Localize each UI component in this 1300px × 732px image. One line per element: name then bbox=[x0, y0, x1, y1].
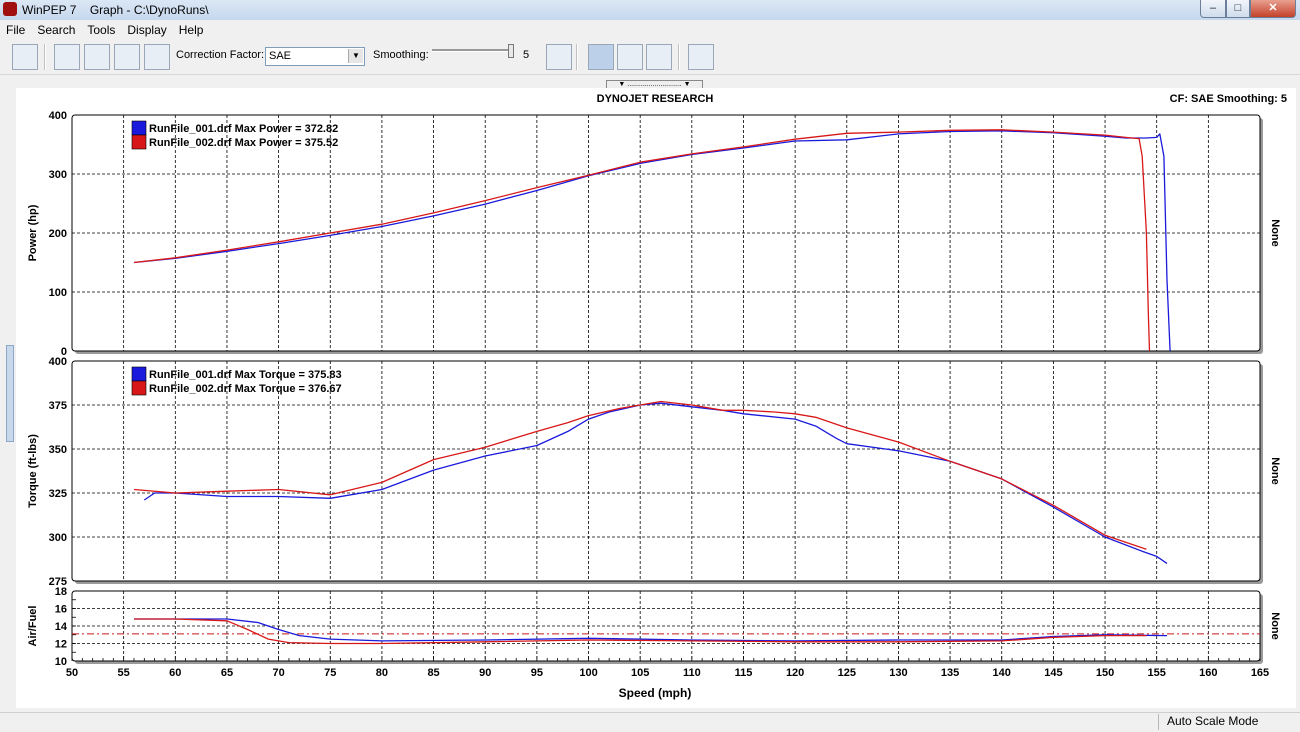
graph-area: DYNOJET RESEARCH CF: SAE Smoothing: 5 0 100… bbox=[16, 88, 1296, 708]
menu-search[interactable]: Search bbox=[31, 20, 81, 39]
x-tick-label: 75 bbox=[324, 667, 336, 679]
y-tick-label: 300 bbox=[49, 532, 67, 544]
y-tick-label: 200 bbox=[49, 228, 67, 240]
legend-entry: RunFile_002.drf Max Power = 375.52 bbox=[149, 137, 338, 149]
y-tick-label: 400 bbox=[49, 110, 67, 122]
menu-display[interactable]: Display bbox=[121, 20, 172, 39]
grid-view-icon[interactable] bbox=[12, 44, 38, 70]
x-tick-label: 95 bbox=[531, 667, 543, 679]
legend-entry: RunFile_002.drf Max Torque = 376.67 bbox=[149, 383, 342, 395]
close-button[interactable]: ✕ bbox=[1250, 0, 1296, 18]
pan-hand-icon[interactable] bbox=[617, 44, 643, 70]
y-tick-label: 14 bbox=[55, 621, 68, 633]
y-tick-label: 18 bbox=[55, 586, 67, 598]
legend-swatch bbox=[131, 366, 147, 382]
x-tick-label: 105 bbox=[631, 667, 649, 679]
panel-frame bbox=[71, 590, 1261, 662]
cursor-icon[interactable] bbox=[646, 44, 672, 70]
slider-track bbox=[432, 49, 512, 52]
graph-4-icon[interactable] bbox=[144, 44, 170, 70]
status-mode: Auto Scale Mode bbox=[1158, 714, 1300, 730]
x-tick-label: 85 bbox=[427, 667, 439, 679]
x-tick-label: 100 bbox=[579, 667, 597, 679]
x-tick-label: 65 bbox=[221, 667, 233, 679]
legend-entry: RunFile_001.drf Max Power = 372.82 bbox=[149, 123, 338, 135]
x-tick-label: 140 bbox=[993, 667, 1011, 679]
correction-factor-value: SAE bbox=[269, 50, 292, 62]
chevron-down-icon: ▼ bbox=[348, 49, 363, 63]
menu-file[interactable]: File bbox=[0, 20, 31, 39]
app-logo-icon bbox=[3, 2, 17, 16]
menu-bar: File Search Tools Display Help bbox=[0, 20, 1300, 39]
x-tick-label: 60 bbox=[169, 667, 181, 679]
graph-3-icon[interactable] bbox=[114, 44, 140, 70]
x-tick-label: 90 bbox=[479, 667, 491, 679]
clear-graph-icon[interactable] bbox=[546, 44, 572, 70]
menu-tools[interactable]: Tools bbox=[81, 20, 121, 39]
graph-header-title: DYNOJET RESEARCH bbox=[597, 93, 714, 105]
crosshair-icon[interactable] bbox=[688, 44, 714, 70]
legend-swatch bbox=[131, 120, 147, 136]
graph-2-icon[interactable] bbox=[84, 44, 110, 70]
smoothing-value: 5 bbox=[523, 49, 530, 61]
side-splitter[interactable] bbox=[6, 345, 14, 442]
correction-factor-select[interactable]: SAE ▼ bbox=[265, 47, 365, 66]
menu-help[interactable]: Help bbox=[173, 20, 210, 39]
x-tick-label: 70 bbox=[272, 667, 284, 679]
maximize-button[interactable]: □ bbox=[1226, 0, 1250, 18]
window-title: WinPEP 7 Graph - C:\DynoRuns\ bbox=[22, 3, 209, 17]
y-tick-label: 300 bbox=[49, 169, 67, 181]
x-tick-label: 50 bbox=[66, 667, 78, 679]
x-tick-label: 160 bbox=[1199, 667, 1217, 679]
panel-frame bbox=[71, 114, 1261, 352]
smoothing-slider[interactable] bbox=[432, 44, 514, 66]
legend-swatch bbox=[131, 134, 147, 150]
y-axis-label: Air/Fuel bbox=[27, 606, 39, 647]
x-tick-label: 135 bbox=[941, 667, 959, 679]
correction-factor-label: Correction Factor: bbox=[176, 49, 265, 61]
x-axis-label: Speed (mph) bbox=[619, 686, 692, 700]
y-tick-label: 325 bbox=[49, 488, 67, 500]
x-tick-label: 120 bbox=[786, 667, 804, 679]
x-tick-label: 150 bbox=[1096, 667, 1114, 679]
status-bar bbox=[0, 712, 1300, 732]
y-axis-label: Power (hp) bbox=[27, 204, 39, 261]
x-tick-label: 165 bbox=[1251, 667, 1269, 679]
x-tick-label: 55 bbox=[118, 667, 130, 679]
x-tick-label: 110 bbox=[683, 667, 701, 679]
slider-thumb[interactable] bbox=[508, 44, 514, 58]
x-tick-label: 155 bbox=[1148, 667, 1166, 679]
right-axis-label: None bbox=[1269, 457, 1281, 485]
graph-header-settings: CF: SAE Smoothing: 5 bbox=[1170, 93, 1287, 105]
y-tick-label: 400 bbox=[49, 356, 67, 368]
y-tick-label: 16 bbox=[55, 604, 67, 616]
x-tick-label: 145 bbox=[1044, 667, 1062, 679]
legend-entry: RunFile_001.drf Max Torque = 375.83 bbox=[149, 369, 342, 381]
x-tick-label: 115 bbox=[735, 667, 753, 679]
dyno-chart: DYNOJET RESEARCH CF: SAE Smoothing: 50100… bbox=[27, 93, 1287, 700]
y-axis-label: Torque (ft-lbs) bbox=[27, 434, 39, 508]
y-tick-label: 100 bbox=[49, 287, 67, 299]
right-axis-label: None bbox=[1269, 612, 1281, 640]
minimize-button[interactable]: – bbox=[1200, 0, 1226, 18]
zoom-icon[interactable] bbox=[588, 44, 614, 70]
x-tick-label: 80 bbox=[376, 667, 388, 679]
graph-1-icon[interactable] bbox=[54, 44, 80, 70]
y-tick-label: 375 bbox=[49, 400, 67, 412]
y-tick-label: 350 bbox=[49, 444, 67, 456]
right-axis-label: None bbox=[1269, 219, 1281, 247]
x-tick-label: 125 bbox=[838, 667, 856, 679]
smoothing-label: Smoothing: bbox=[373, 49, 429, 61]
y-tick-label: 12 bbox=[55, 639, 67, 651]
legend-swatch bbox=[131, 380, 147, 396]
x-tick-label: 130 bbox=[889, 667, 907, 679]
title-bar: WinPEP 7 Graph - C:\DynoRuns\ – □ ✕ bbox=[0, 0, 1300, 21]
toolbar: Correction Factor: Smoothing: bbox=[0, 40, 1300, 75]
